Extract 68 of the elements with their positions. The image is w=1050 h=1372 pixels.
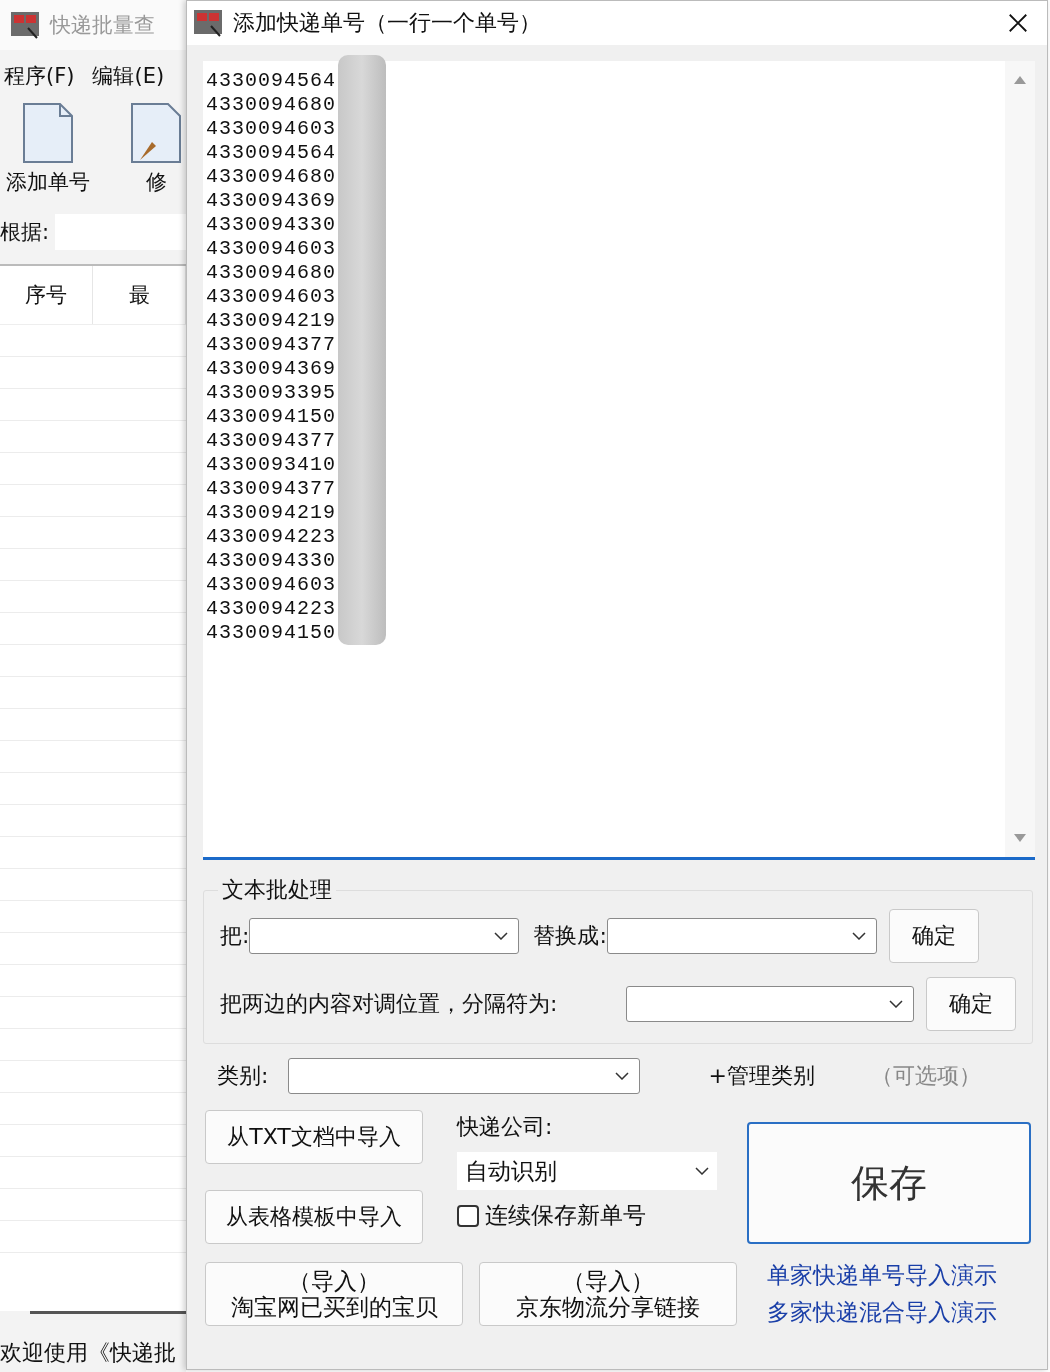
dialog-title: 添加快递单号（一行一个单号） (233, 9, 542, 37)
tracking-number: 4330094564 (206, 141, 337, 165)
tracking-number: 4330094603 (206, 117, 337, 141)
confirm-button[interactable]: 确定 (888, 909, 979, 963)
tracking-number: 4330094680 (206, 93, 337, 117)
separator-combo[interactable] (626, 986, 914, 1022)
tracking-number: 4330094680 (206, 165, 337, 189)
tracking-number: 4330094369 (206, 189, 337, 213)
courier-combo[interactable]: 自动识别 (457, 1152, 717, 1190)
chevron-icon (494, 932, 509, 940)
tracking-number: 4330094377 (206, 429, 337, 453)
tracking-number: 4330094223 (206, 525, 337, 549)
tracking-number: 4330094330 (206, 549, 337, 573)
tracking-number: 4330093395 (206, 381, 337, 405)
tracking-number: 4330094564 (206, 69, 337, 93)
document-icon[interactable] (22, 102, 74, 164)
app-icon (193, 8, 223, 38)
optional-hint: （可选项） (870, 1062, 981, 1090)
tracking-number: 4330094603 (206, 237, 337, 261)
category-combo[interactable] (288, 1058, 641, 1094)
chevron-icon (615, 1072, 630, 1080)
column-header[interactable]: 序号 (0, 266, 93, 324)
tracking-number: 4330094223 (206, 597, 337, 621)
tracking-number: 4330094219 (206, 501, 337, 525)
import-sheet-button[interactable]: 从表格模板中导入 (205, 1190, 423, 1244)
demo-link[interactable]: 单家快递单号导入演示 (767, 1260, 997, 1291)
field-label: 快递公司: (457, 1113, 554, 1141)
toolbar-label[interactable]: 添加单号 (6, 168, 90, 196)
taobao-import-button[interactable]: （导入） 淘宝网已买到的宝贝 (205, 1262, 463, 1326)
scroll-up-icon[interactable] (1013, 75, 1027, 85)
edit-document-icon[interactable] (130, 102, 182, 164)
find-combo[interactable] (249, 918, 520, 954)
chevron-icon (695, 1167, 709, 1175)
demo-link[interactable]: 多家快递混合导入演示 (767, 1297, 997, 1328)
scroll-down-icon[interactable] (1013, 833, 1027, 843)
tracking-number: 4330094330 (206, 213, 337, 237)
tracking-number: 4330094603 (206, 573, 337, 597)
replace-combo[interactable] (606, 918, 877, 954)
tracking-number: 4330094603 (206, 285, 337, 309)
manage-categories-link[interactable]: +管理类别 (708, 1061, 815, 1091)
app-icon (10, 10, 40, 40)
tracking-number: 4330094377 (206, 333, 337, 357)
tracking-number: 4330093410 (206, 453, 337, 477)
tracking-number: 4330094150 (206, 621, 337, 645)
jd-import-button[interactable]: （导入） 京东物流分享链接 (479, 1262, 737, 1326)
import-txt-button[interactable]: 从TXT文档中导入 (205, 1110, 423, 1164)
chevron-icon (851, 932, 866, 940)
filter-label: 根据: (0, 219, 50, 246)
tracking-number: 4330094219 (206, 309, 337, 333)
field-label: 类别: (217, 1062, 269, 1090)
tracking-number: 4330094680 (206, 261, 337, 285)
field-label: 把两边的内容对调位置，分隔符为: (220, 990, 558, 1018)
tracking-number: 4330094150 (206, 405, 337, 429)
toolbar-label[interactable]: 修 (145, 168, 167, 196)
field-label: 替换成: (533, 922, 607, 950)
window-title: 快递批量查 (50, 12, 155, 39)
tracking-number: 4330094369 (206, 357, 337, 381)
field-label: 把: (220, 922, 250, 950)
filter-field[interactable] (55, 214, 186, 250)
confirm-button[interactable]: 确定 (926, 977, 1016, 1031)
menu-item[interactable]: 编辑(E) (92, 62, 165, 90)
status-text: 欢迎使用《快递批 (0, 1339, 177, 1367)
close-icon[interactable] (1007, 12, 1029, 34)
chevron-icon (889, 1000, 903, 1008)
tracking-number: 4330094377 (206, 477, 337, 501)
menu-item[interactable]: 程序(F) (4, 62, 75, 90)
continuous-save-checkbox[interactable]: 连续保存新单号 (457, 1200, 717, 1231)
save-button[interactable]: 保存 (747, 1122, 1031, 1244)
